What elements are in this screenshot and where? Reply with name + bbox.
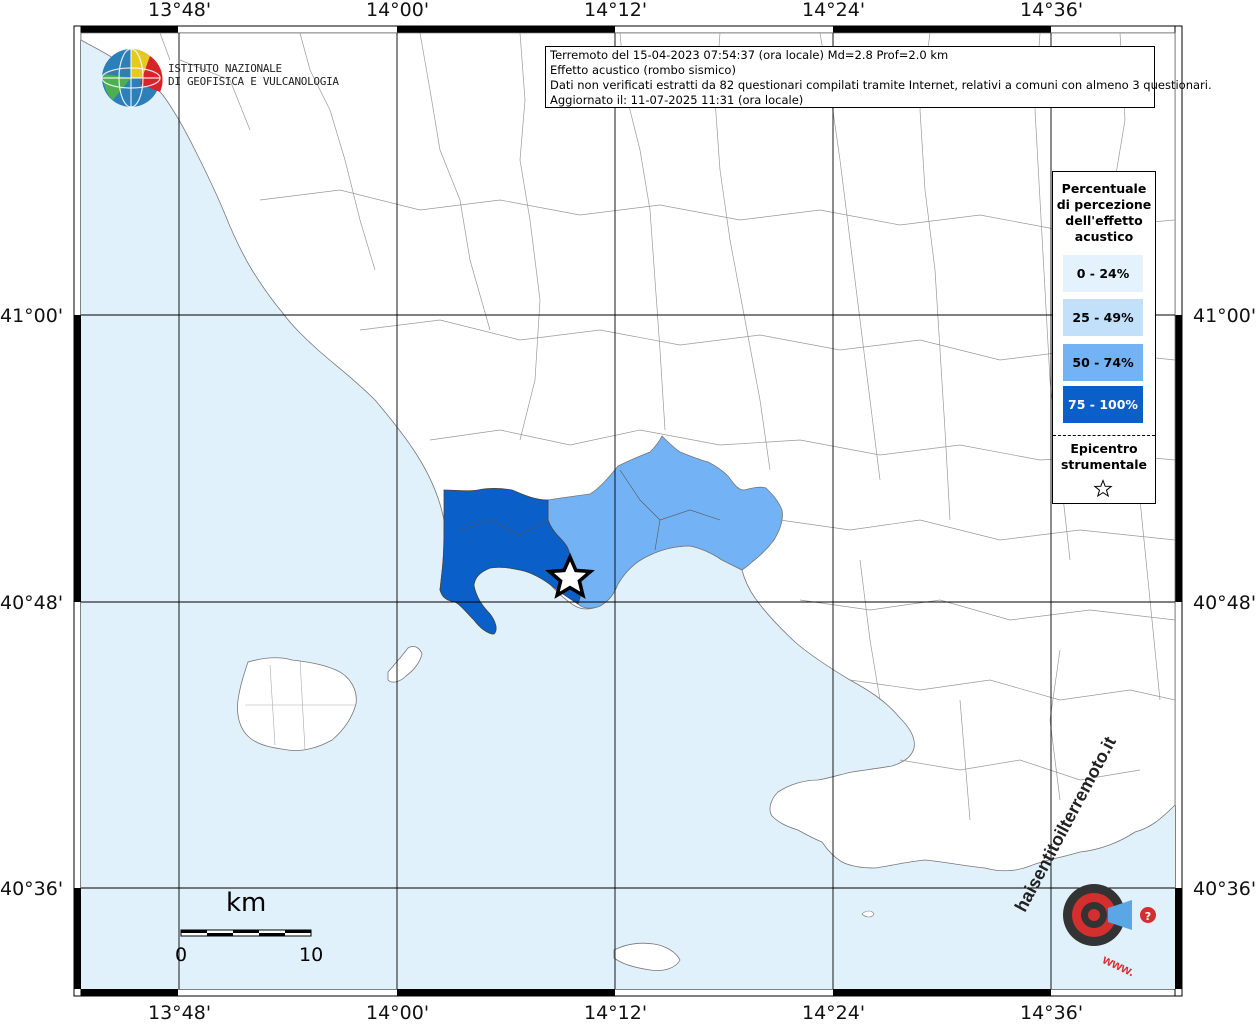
lat-tick-label: 40°48': [1193, 592, 1256, 614]
lon-tick-label: 14°24': [802, 1002, 866, 1024]
ingv-line-2: DI GEOFISICA E VULCANOLOGIA: [168, 75, 339, 88]
legend-title-line: di percezione: [1056, 197, 1152, 212]
lat-tick-label: 40°48': [0, 592, 64, 614]
lat-tick-label: 40°36': [1193, 878, 1256, 900]
lon-tick-label: 14°00': [366, 1002, 430, 1024]
lat-tick-label: 41°00': [0, 305, 64, 327]
epicenter-label-line: Epicentro: [1070, 441, 1138, 456]
scale-bar: [180, 929, 312, 937]
ingv-line-1: ISTITUTO NAZIONALE: [168, 62, 282, 75]
map: ?: [73, 25, 1183, 997]
epicenter-label-line: strumentale: [1060, 457, 1148, 472]
scale-start: 0: [175, 944, 188, 966]
scale-end: 10: [299, 944, 324, 966]
star-icon: [1093, 479, 1113, 498]
lat-tick-label: 41°00': [1193, 305, 1256, 327]
legend-swatch-0-24: 0 - 24%: [1063, 255, 1143, 292]
legend-swatch-75-100: 75 - 100%: [1063, 386, 1143, 423]
legend-title-line: dell'effetto: [1065, 213, 1143, 228]
legend-separator: [1053, 435, 1155, 436]
lon-tick-label: 14°36': [1020, 1002, 1084, 1024]
event-data-note: Dati non verificati estratti da 82 quest…: [550, 78, 1212, 92]
legend-title: Percentuale di percezione dell'effetto a…: [1053, 181, 1155, 245]
lon-tick-label: 13°48': [148, 1002, 212, 1024]
lon-tick-label: 14°24': [802, 0, 866, 21]
lon-tick-label: 14°12': [584, 1002, 648, 1024]
legend-title-line: Percentuale: [1061, 181, 1147, 196]
lon-tick-label: 14°12': [584, 0, 648, 21]
ingv-logo-text: ISTITUTO NAZIONALE DI GEOFISICA E VULCAN…: [168, 62, 339, 88]
legend-title-line: acustico: [1074, 229, 1134, 244]
event-effect: Effetto acustico (rombo sismico): [550, 63, 736, 77]
scale-unit: km: [226, 888, 267, 918]
legend-swatch-25-49: 25 - 49%: [1063, 299, 1143, 336]
lon-tick-label: 13°48': [148, 0, 212, 21]
lat-tick-label: 40°36': [0, 878, 64, 900]
lon-tick-label: 14°00': [366, 0, 430, 21]
event-updated: Aggiornato il: 11-07-2025 11:31 (ora loc…: [550, 93, 804, 107]
event-info-box: Terremoto del 15-04-2023 07:54:37 (ora l…: [545, 46, 1212, 108]
lon-tick-label: 14°36': [1020, 0, 1084, 21]
legend-swatch-50-74: 50 - 74%: [1063, 344, 1143, 381]
svg-text:?: ?: [1145, 910, 1151, 923]
epicenter-label: Epicentro strumentale: [1053, 441, 1155, 473]
event-title: Terremoto del 15-04-2023 07:54:37 (ora l…: [550, 48, 949, 62]
legend: Percentuale di percezione dell'effetto a…: [1052, 171, 1156, 504]
